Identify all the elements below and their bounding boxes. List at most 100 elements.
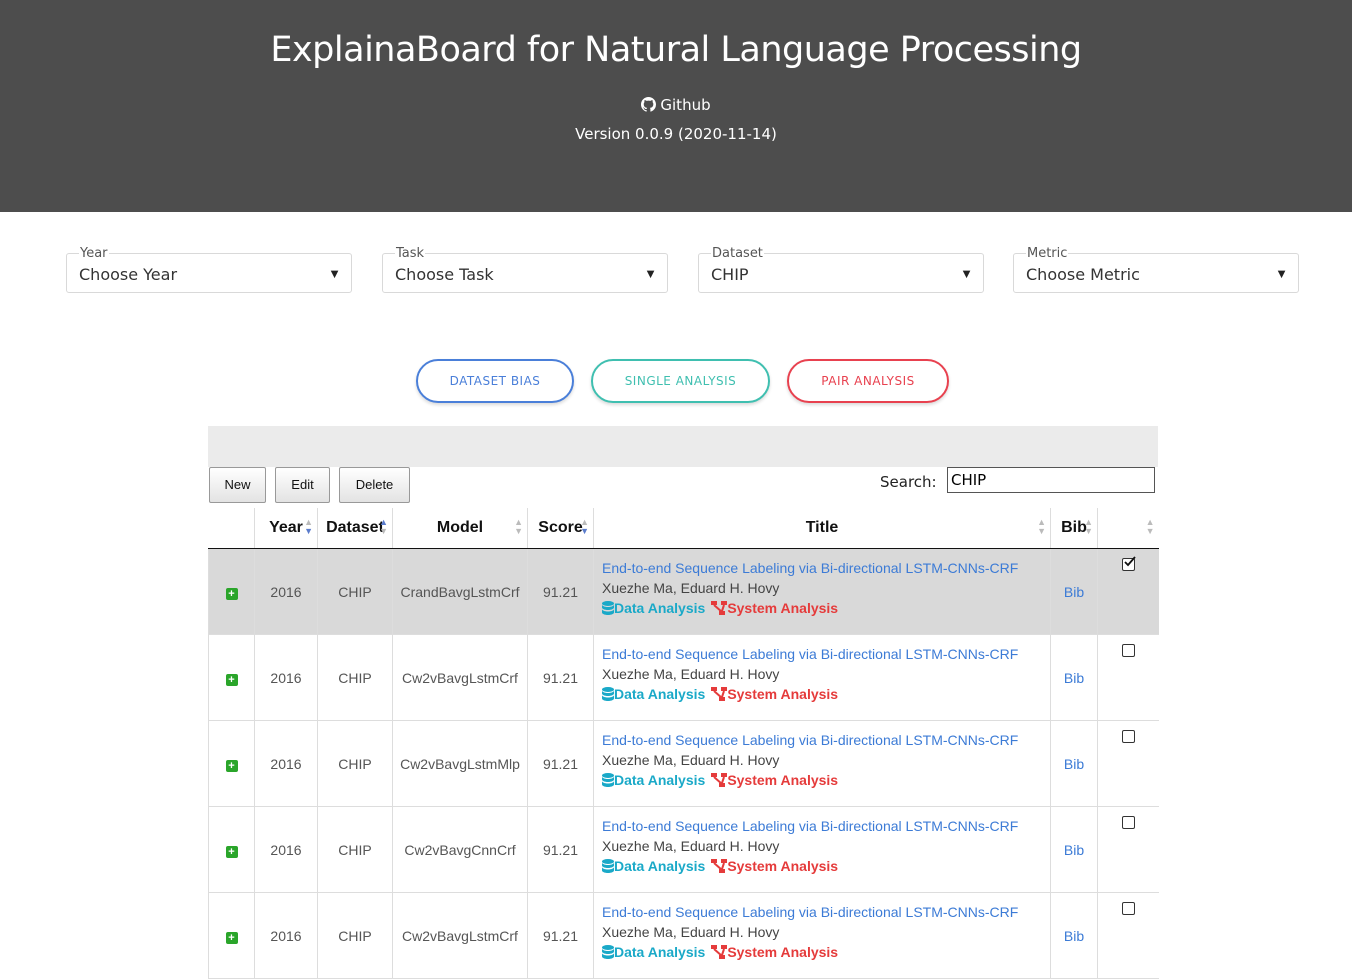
system-analysis-link[interactable]: System Analysis <box>711 944 838 960</box>
database-icon <box>602 601 614 615</box>
year-cell: 2016 <box>254 720 318 807</box>
database-icon <box>602 859 614 873</box>
system-analysis-label[interactable]: System Analysis <box>727 772 838 788</box>
table-row[interactable]: +2016 CHIP Cw2vBavgLstmCrf 91.21 End-to-end … <box>208 634 1159 721</box>
github-icon <box>641 97 657 112</box>
paper-authors: Xuezhe Ma, Eduard H. Hovy <box>602 666 780 682</box>
data-analysis-label[interactable]: Data Analysis <box>614 944 705 960</box>
chevron-down-icon: ▼ <box>960 266 973 281</box>
bib-link[interactable]: Bib <box>1064 670 1084 686</box>
year-cell: 2016 <box>254 548 318 635</box>
data-analysis-label[interactable]: Data Analysis <box>614 686 705 702</box>
sort-icon: ▲ ▼ <box>304 517 313 536</box>
system-analysis-label[interactable]: System Analysis <box>727 686 838 702</box>
bib-link[interactable]: Bib <box>1064 584 1084 600</box>
bib-link[interactable]: Bib <box>1064 756 1084 772</box>
sort-icon: ▲ ▼ <box>1145 517 1155 536</box>
metric-select[interactable]: Metric Choose Metric ▼ <box>1013 246 1299 293</box>
delete-button[interactable]: Delete <box>339 467 410 503</box>
expand-cell[interactable]: + <box>208 892 255 979</box>
column-header-model[interactable]: Model ▲ ▼ <box>392 508 528 549</box>
select-cell <box>1097 634 1159 721</box>
data-analysis-link[interactable]: Data Analysis <box>602 858 705 874</box>
edit-button[interactable]: Edit <box>275 467 330 503</box>
task-select[interactable]: Task Choose Task ▼ <box>382 246 668 293</box>
page-title: ExplainaBoard for Natural Language Proce… <box>270 30 1082 70</box>
paper-authors: Xuezhe Ma, Eduard H. Hovy <box>602 838 780 854</box>
bib-cell: Bib <box>1050 892 1098 979</box>
expand-plus-icon[interactable]: + <box>225 759 238 772</box>
expand-plus-icon[interactable]: + <box>225 587 238 600</box>
expand-cell[interactable]: + <box>208 548 255 635</box>
search-label: Search: <box>880 473 937 491</box>
dataset-bias-button[interactable]: DATASET BIAS <box>416 359 574 403</box>
model-cell: Cw2vBavgLstmCrf <box>392 634 528 721</box>
chevron-down-icon: ▼ <box>644 266 657 281</box>
bib-cell: Bib <box>1050 548 1098 635</box>
paper-title-link[interactable]: End-to-end Sequence Labeling via Bi-dire… <box>602 558 1050 578</box>
data-analysis-link[interactable]: Data Analysis <box>602 944 705 960</box>
github-label[interactable]: Github <box>660 96 710 114</box>
table-row[interactable]: +2016 CHIP CrandBavgLstmCrf 91.21 End-to-end… <box>208 548 1159 635</box>
bib-link[interactable]: Bib <box>1064 928 1084 944</box>
paper-title-link[interactable]: End-to-end Sequence Labeling via Bi-dire… <box>602 644 1050 664</box>
title-cell: End-to-end Sequence Labeling via Bi-dire… <box>593 634 1051 721</box>
score-cell: 91.21 <box>527 892 594 979</box>
paper-title-link[interactable]: End-to-end Sequence Labeling via Bi-dire… <box>602 730 1050 750</box>
bib-cell: Bib <box>1050 634 1098 721</box>
paper-title-link[interactable]: End-to-end Sequence Labeling via Bi-dire… <box>602 816 1050 836</box>
column-header-bib[interactable]: Bib ▲ ▼ <box>1050 508 1098 549</box>
dataset-select[interactable]: Dataset CHIP ▼ <box>698 246 984 293</box>
bib-cell: Bib <box>1050 720 1098 807</box>
system-analysis-link[interactable]: System Analysis <box>711 858 838 874</box>
dataset-cell: CHIP <box>317 806 393 893</box>
row-checkbox[interactable] <box>1121 644 1135 657</box>
row-checkbox[interactable] <box>1121 816 1135 829</box>
system-analysis-link[interactable]: System Analysis <box>711 686 838 702</box>
column-header-score[interactable]: Score ▲ ▼ <box>527 508 594 549</box>
data-analysis-link[interactable]: Data Analysis <box>602 686 705 702</box>
table-row[interactable]: +2016 CHIP Cw2vBavgLstmCrf 91.21 End-to-end … <box>208 892 1159 979</box>
data-analysis-link[interactable]: Data Analysis <box>602 600 705 616</box>
new-button[interactable]: New <box>209 467 266 503</box>
expand-cell[interactable]: + <box>208 634 255 721</box>
year-cell: 2016 <box>254 806 318 893</box>
sort-icon: ▲ ▼ <box>1037 517 1046 536</box>
system-analysis-label[interactable]: System Analysis <box>727 944 838 960</box>
column-header-select[interactable]: ▲ ▼ <box>1097 508 1159 549</box>
system-analysis-link[interactable]: System Analysis <box>711 772 838 788</box>
year-cell: 2016 <box>254 634 318 721</box>
model-cell: Cw2vBavgCnnCrf <box>392 806 528 893</box>
system-analysis-link[interactable]: System Analysis <box>711 600 838 616</box>
single-analysis-button[interactable]: SINGLE ANALYSIS <box>591 359 770 403</box>
row-checkbox[interactable] <box>1121 556 1136 571</box>
table-row[interactable]: +2016 CHIP Cw2vBavgLstmMlp 91.21 End-to-end … <box>208 720 1159 807</box>
column-header-dataset[interactable]: Dataset ▲ ▼ <box>317 508 393 549</box>
github-link[interactable]: Github <box>0 96 1352 114</box>
data-analysis-label[interactable]: Data Analysis <box>614 772 705 788</box>
year-select[interactable]: Year Choose Year ▼ <box>66 246 352 293</box>
year-cell: 2016 <box>254 892 318 979</box>
expand-cell[interactable]: + <box>208 720 255 807</box>
system-analysis-label[interactable]: System Analysis <box>727 858 838 874</box>
data-analysis-label[interactable]: Data Analysis <box>614 858 705 874</box>
expand-plus-icon[interactable]: + <box>225 845 238 858</box>
pair-analysis-button[interactable]: PAIR ANALYSIS <box>787 359 949 403</box>
expand-plus-icon[interactable]: + <box>225 931 238 944</box>
row-checkbox[interactable] <box>1121 902 1135 915</box>
table-row[interactable]: +2016 CHIP Cw2vBavgCnnCrf 91.21 End-to-end S… <box>208 806 1159 893</box>
column-header-expand <box>208 508 255 549</box>
expand-plus-icon[interactable]: + <box>225 673 238 686</box>
expand-cell[interactable]: + <box>208 806 255 893</box>
data-analysis-label[interactable]: Data Analysis <box>614 600 705 616</box>
paper-title-link[interactable]: End-to-end Sequence Labeling via Bi-dire… <box>602 902 1050 922</box>
system-analysis-label[interactable]: System Analysis <box>727 600 838 616</box>
bib-link[interactable]: Bib <box>1064 842 1084 858</box>
column-header-title[interactable]: Title ▲ ▼ <box>593 508 1051 549</box>
bib-cell: Bib <box>1050 806 1098 893</box>
data-analysis-link[interactable]: Data Analysis <box>602 772 705 788</box>
column-header-year[interactable]: Year ▲ ▼ <box>254 508 318 549</box>
search-input[interactable]: CHIP <box>947 467 1155 493</box>
checkmark-icon <box>1124 556 1136 567</box>
row-checkbox[interactable] <box>1121 730 1135 743</box>
